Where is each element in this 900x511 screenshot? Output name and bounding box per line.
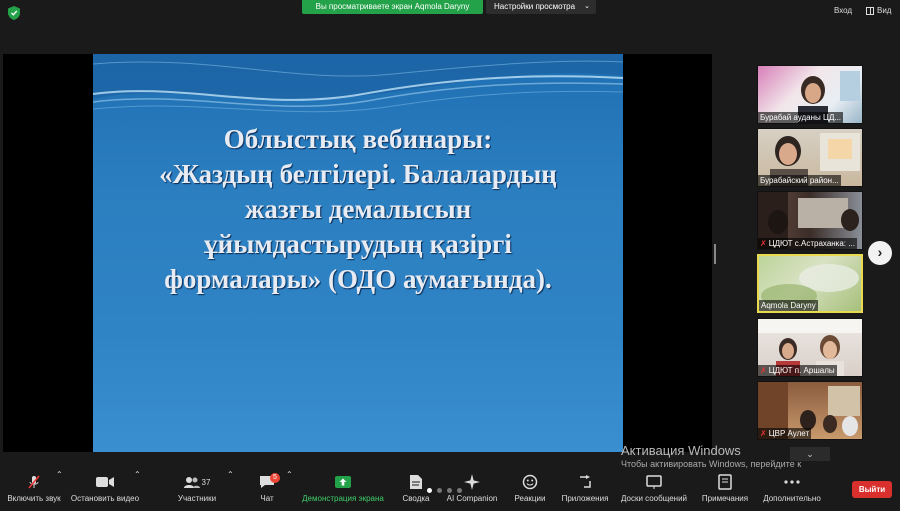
- audio-options-chevron-icon[interactable]: ⌃: [56, 470, 63, 511]
- page-dot[interactable]: [437, 488, 442, 493]
- ai-sparkle-icon: [464, 474, 480, 490]
- activation-title: Активация Windows: [621, 443, 741, 458]
- unmute-label: Включить звук: [7, 494, 61, 503]
- chat-button[interactable]: 5 Чат: [252, 470, 282, 511]
- grid-view-icon: [866, 6, 874, 15]
- whiteboards-button[interactable]: Доски сообщений: [618, 470, 690, 511]
- whiteboards-label: Доски сообщений: [620, 494, 687, 503]
- top-bar: Вы просматриваете экран Aqmola Daryny На…: [0, 0, 900, 26]
- presentation-slide: Облыстық вебинары: «Жаздың белгілері. Ба…: [93, 54, 623, 452]
- reaction-smiley-icon: [522, 474, 538, 490]
- share-screen-button[interactable]: Демонстрация экрана: [302, 470, 384, 511]
- participant-name: ✗ ЦДЮТ с.Астраханка: ...: [758, 238, 857, 249]
- slide-line: ұйымдастырудың қазіргі: [204, 229, 512, 259]
- zoom-meeting-window: Вы просматриваете экран Aqmola Daryny На…: [0, 0, 900, 511]
- mic-muted-icon: ✗: [760, 366, 767, 375]
- apps-label: Приложения: [561, 494, 609, 503]
- slide-title: Облыстық вебинары: «Жаздың белгілері. Ба…: [108, 122, 608, 297]
- participant-tile[interactable]: ✗ ЦДЮТ с.Астраханка: ...: [757, 191, 863, 250]
- slide-wave-decoration: [93, 54, 623, 113]
- apps-button[interactable]: Приложения: [560, 470, 610, 511]
- reactions-button[interactable]: Реакции: [512, 470, 548, 511]
- participant-tile-active-speaker[interactable]: Aqmola Daryny: [757, 254, 863, 313]
- whiteboard-icon: [646, 475, 662, 489]
- microphone-muted-icon: [28, 475, 40, 489]
- participant-name: Бурабайский район...: [758, 175, 841, 186]
- participant-name: ✗ ЦДЮТ п. Аршалы: [758, 365, 837, 376]
- view-settings-dropdown[interactable]: Настройки просмотра ⌄: [486, 0, 596, 14]
- participant-name: ✗ ЦВР Аулет: [758, 428, 812, 439]
- stop-video-label: Остановить видео: [70, 494, 140, 503]
- screen-share-banner: Вы просматриваете экран Aqmola Daryny: [302, 0, 483, 14]
- slide-line: «Жаздың белгілері. Балалардың: [159, 159, 557, 189]
- share-screen-icon: [335, 476, 351, 488]
- notes-label: Примечания: [701, 494, 749, 503]
- view-button[interactable]: Вид: [866, 6, 891, 15]
- security-shield-icon[interactable]: [8, 6, 20, 20]
- participants-icon: [183, 477, 200, 488]
- notes-button[interactable]: Примечания: [698, 470, 752, 511]
- video-camera-icon: [96, 477, 114, 487]
- chat-unread-badge: 5: [270, 473, 280, 483]
- mic-muted-icon: ✗: [760, 239, 767, 248]
- apps-icon: [580, 475, 591, 488]
- unmute-button[interactable]: Включить звук: [4, 470, 64, 511]
- next-page-chevron-icon[interactable]: ›: [868, 241, 892, 265]
- slide-line: Облыстық вебинары:: [223, 124, 493, 154]
- mic-muted-icon: ✗: [760, 429, 767, 438]
- enter-button[interactable]: Вход: [834, 6, 852, 15]
- chat-options-chevron-icon[interactable]: ⌃: [286, 470, 293, 511]
- participants-button[interactable]: 37 Участники: [172, 470, 222, 511]
- participant-tile[interactable]: Бурабайский район...: [757, 128, 863, 187]
- stop-video-button[interactable]: Остановить видео: [70, 470, 140, 511]
- video-options-chevron-icon[interactable]: ⌃: [134, 470, 141, 511]
- participant-tile[interactable]: ✗ ЦВР Аулет: [757, 381, 863, 440]
- page-dot[interactable]: [427, 488, 432, 493]
- more-button[interactable]: Дополнительно: [760, 470, 824, 511]
- participants-count: 37: [201, 477, 211, 487]
- chat-label: Чат: [260, 494, 274, 503]
- ai-companion-label: AI Companion: [446, 494, 498, 503]
- more-label: Дополнительно: [763, 494, 821, 503]
- participant-tile[interactable]: ✗ ЦДЮТ п. Аршалы: [757, 318, 863, 377]
- summary-document-icon: [410, 475, 422, 489]
- exit-button[interactable]: Выйти: [852, 481, 892, 498]
- summary-label: Сводка: [402, 494, 430, 503]
- view-settings-label: Настройки просмотра: [494, 2, 576, 11]
- reactions-label: Реакции: [514, 494, 546, 503]
- view-label: Вид: [877, 6, 892, 15]
- slide-line: жазғы демалысын: [244, 194, 472, 224]
- participants-label: Участники: [177, 494, 217, 503]
- shared-screen: Облыстық вебинары: «Жаздың белгілері. Ба…: [3, 54, 712, 452]
- participant-name: Aqmola Daryny: [759, 300, 818, 311]
- page-dot[interactable]: [447, 488, 452, 493]
- slide-line: формалары» (ОДО аумағында).: [164, 264, 552, 294]
- toolbar-page-indicator[interactable]: [427, 488, 462, 493]
- participant-name: Бурабай ауданы ЦД...: [758, 112, 844, 123]
- chevron-down-icon: ⌄: [584, 3, 590, 10]
- participant-tile[interactable]: Бурабай ауданы ЦД...: [757, 65, 863, 124]
- participants-options-chevron-icon[interactable]: ⌃: [227, 470, 234, 511]
- notes-icon: [718, 474, 732, 490]
- share-screen-label: Демонстрация экрана: [302, 494, 384, 503]
- page-dot[interactable]: [457, 488, 462, 493]
- more-dots-icon: [784, 480, 800, 484]
- panel-resize-handle[interactable]: [714, 244, 716, 264]
